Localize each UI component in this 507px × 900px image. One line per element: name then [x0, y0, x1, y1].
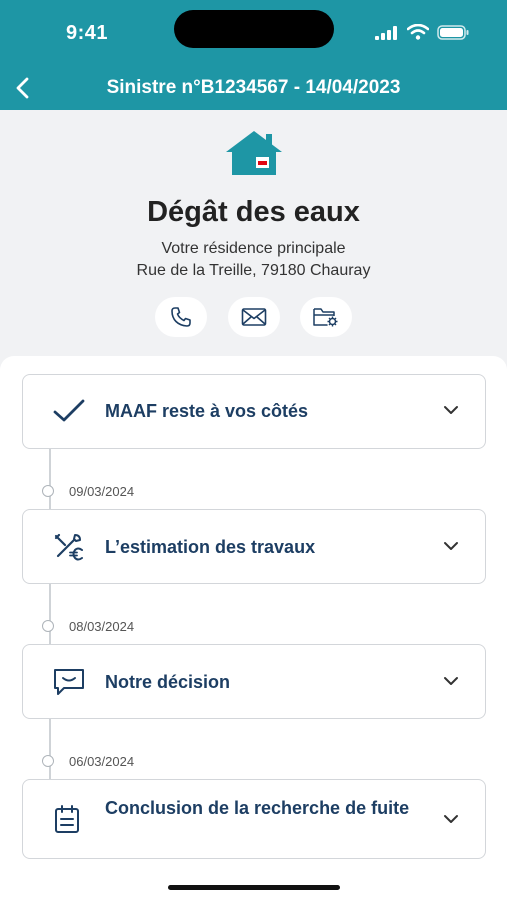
residence-label: Votre résidence principale	[161, 240, 346, 257]
claim-summary: Dégât des eaux Votre résidence principal…	[0, 110, 507, 380]
battery-icon	[437, 25, 469, 40]
folder-settings-icon	[313, 308, 338, 327]
card-label: Notre décision	[105, 672, 231, 692]
message-icon	[54, 669, 84, 695]
address-label: Rue de la Treille, 79180 Chauray	[136, 262, 371, 279]
timeline-card-estimation[interactable]: L’estimation des travaux	[22, 509, 486, 584]
chevron-down-icon	[444, 406, 458, 414]
timeline-dot	[42, 485, 54, 497]
status-bar: 9:41	[0, 0, 507, 66]
timeline-card-decision[interactable]: Notre décision	[22, 644, 486, 719]
card-label: MAAF reste à vos côtés	[105, 401, 309, 421]
email-button[interactable]	[228, 297, 280, 337]
page-title: Sinistre n°B1234567 - 14/04/2023	[106, 77, 401, 98]
status-time: 9:41	[66, 22, 109, 44]
timeline-card-support[interactable]: MAAF reste à vos côtés	[22, 374, 486, 449]
dynamic-island	[174, 10, 334, 48]
chevron-down-icon	[444, 542, 458, 550]
chevron-down-icon	[444, 815, 458, 823]
clipboard-icon	[55, 805, 79, 833]
signal-icon	[375, 26, 397, 40]
timeline-date: 06/03/2024	[69, 754, 135, 769]
timeline-panel: MAAF reste à vos côtés 09/03/2024 L’esti…	[0, 356, 507, 900]
call-button[interactable]	[155, 297, 207, 337]
phone-icon	[171, 307, 191, 327]
claim-title: Dégât des eaux	[147, 196, 360, 228]
chevron-down-icon	[444, 677, 458, 685]
system-icons	[375, 24, 469, 40]
mail-icon	[241, 308, 267, 326]
checkmark-icon	[53, 399, 85, 422]
card-label: Conclusion de la recherche de fuite	[105, 798, 410, 818]
tools-euro-icon	[54, 533, 83, 561]
timeline-dot	[42, 755, 54, 767]
nav-header: Sinistre n°B1234567 - 14/04/2023	[0, 66, 507, 110]
wifi-icon	[407, 24, 429, 40]
timeline-dot	[42, 620, 54, 632]
house-icon	[226, 131, 282, 175]
documents-button[interactable]	[300, 297, 352, 337]
timeline-date: 09/03/2024	[69, 484, 135, 499]
timeline-date: 08/03/2024	[69, 619, 135, 634]
home-indicator	[168, 885, 340, 890]
card-label: L’estimation des travaux	[105, 537, 316, 557]
timeline-card-leak-search[interactable]: Conclusion de la recherche de fuite	[22, 779, 486, 859]
